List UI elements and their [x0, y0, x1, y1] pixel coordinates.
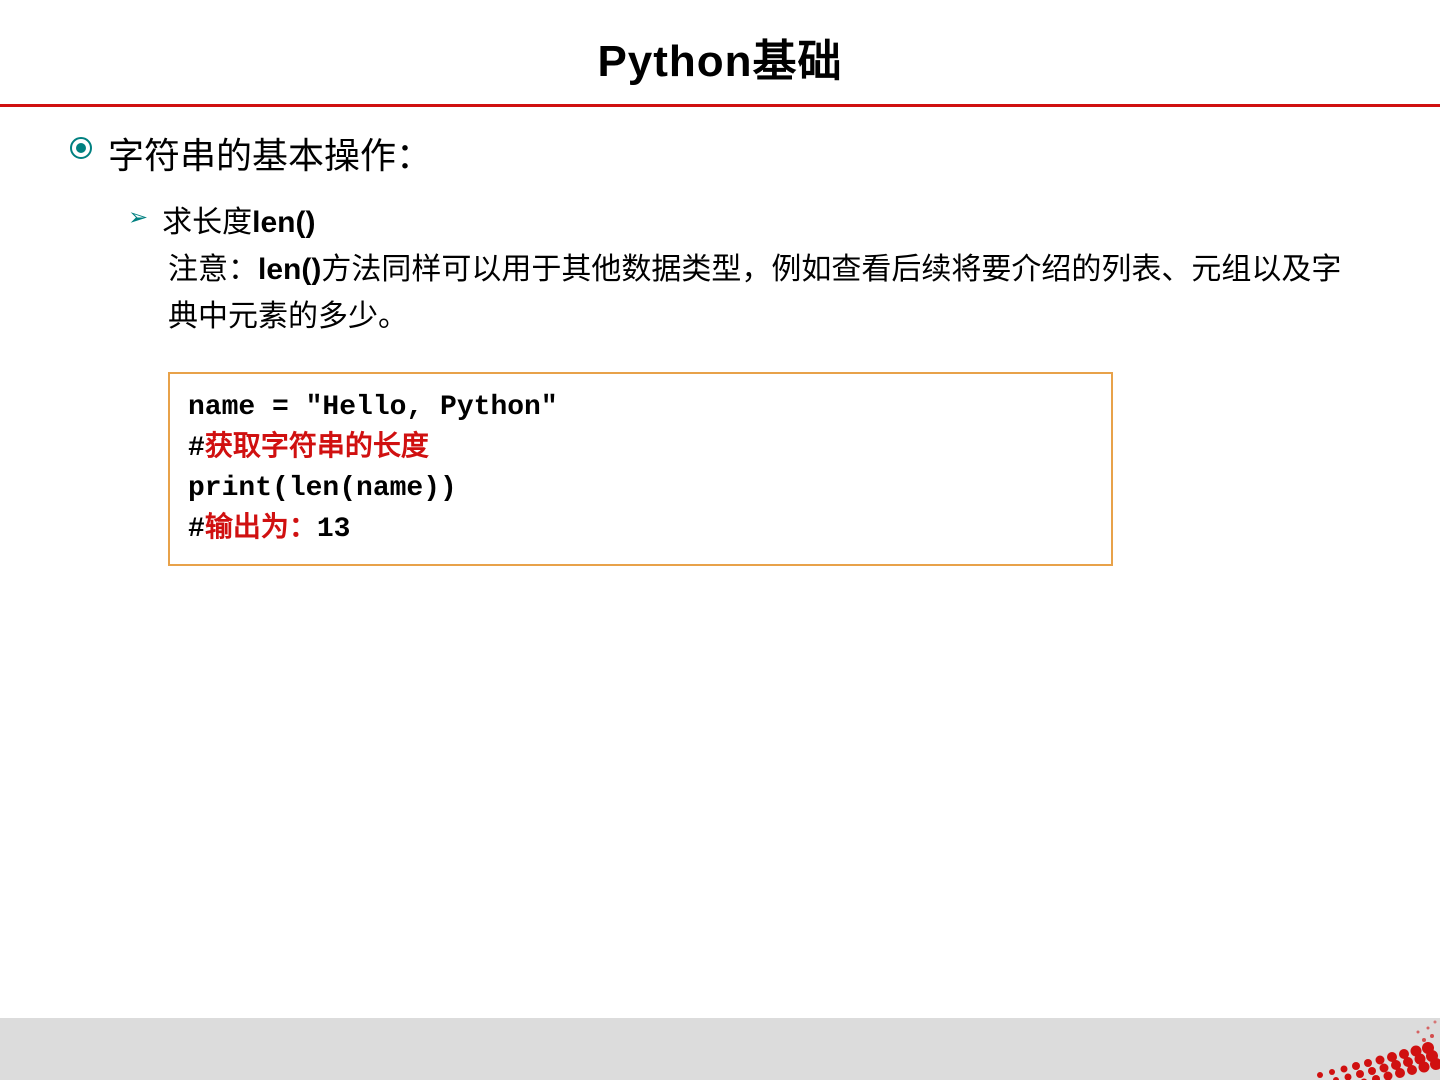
bullet-icon [70, 137, 92, 159]
sub-bullet-prefix: 求长度 [162, 206, 252, 239]
corner-decoration [1270, 990, 1440, 1080]
chevron-right-icon: ➢ [128, 203, 148, 232]
sub-bullet: ➢ 求长度len() [128, 197, 1370, 241]
code-line-2: #获取字符串的长度 [188, 429, 1093, 470]
main-bullet: 字符串的基本操作： [70, 127, 1370, 179]
note-bold: len() [258, 253, 321, 286]
content-area: 字符串的基本操作： ➢ 求长度len() 注意：len()方法同样可以用于其他数… [0, 107, 1440, 566]
code-line-4-comment: 输出为： [205, 514, 317, 545]
main-bullet-text: 字符串的基本操作： [108, 127, 432, 179]
footer-band [0, 1018, 1440, 1080]
note-prefix: 注意： [168, 253, 258, 286]
sub-bullet-text: 求长度len() [162, 197, 315, 241]
code-line-4: #输出为：13 [188, 510, 1093, 551]
note-rest: 方法同样可以用于其他数据类型，例如查看后续将要介绍的列表、元组以及字典中元素的多… [168, 253, 1341, 333]
code-line-3: print(len(name)) [188, 469, 1093, 510]
slide-title: Python基础 [0, 0, 1440, 104]
code-box: name = "Hello, Python" #获取字符串的长度 print(l… [168, 372, 1113, 566]
note-text: 注意：len()方法同样可以用于其他数据类型，例如查看后续将要介绍的列表、元组以… [168, 247, 1368, 340]
code-line-2-comment: 获取字符串的长度 [205, 433, 429, 464]
code-line-4-value: 13 [317, 514, 351, 545]
sub-bullet-bold: len() [252, 206, 315, 239]
code-line-1: name = "Hello, Python" [188, 388, 1093, 429]
code-line-2-hash: # [188, 433, 205, 464]
code-line-4-hash: # [188, 514, 205, 545]
